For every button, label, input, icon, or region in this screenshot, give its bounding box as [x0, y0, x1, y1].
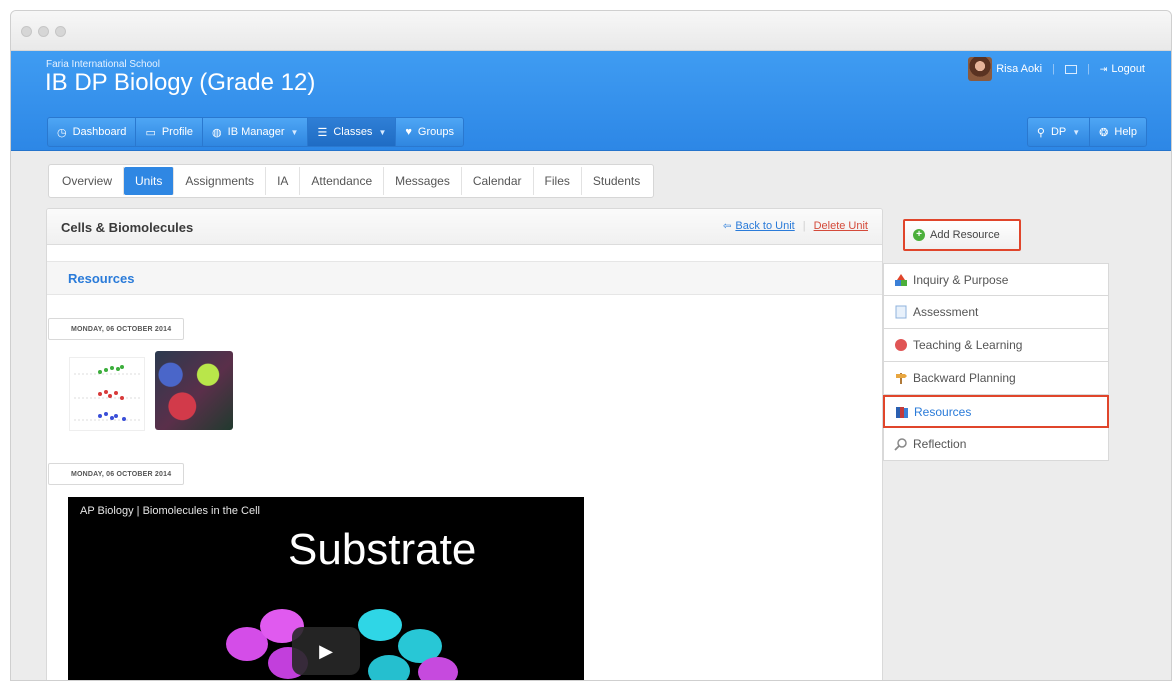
side-item-teaching-learning[interactable]: Teaching & Learning — [883, 329, 1109, 362]
molecule-blob — [358, 609, 402, 641]
globe-icon: ◍ — [212, 126, 222, 139]
window-zoom-dot[interactable] — [55, 26, 66, 37]
tab-overview[interactable]: Overview — [51, 167, 125, 195]
browser-window: Faria International School IB DP Biology… — [10, 10, 1172, 681]
chart-thumbnail[interactable] — [69, 357, 145, 431]
nav-label: Help — [1114, 126, 1137, 138]
tab-calendar[interactable]: Calendar — [462, 167, 534, 195]
tab-files[interactable]: Files — [534, 167, 582, 195]
help-button[interactable]: ❂ Help — [1090, 118, 1146, 146]
chevron-down-icon: ▼ — [378, 127, 387, 137]
back-to-unit-link[interactable]: Back to Unit — [735, 220, 794, 232]
lifebuoy-icon: ❂ — [1099, 126, 1109, 139]
side-item-label: Reflection — [913, 437, 967, 451]
nav-label: Classes — [333, 126, 373, 138]
window-minimize-dot[interactable] — [38, 26, 49, 37]
window-close-dot[interactable] — [21, 26, 32, 37]
plus-circle-icon: + — [913, 229, 925, 241]
books-icon — [896, 406, 908, 418]
play-button[interactable]: ▶ — [292, 627, 360, 675]
nav-ib-manager[interactable]: ◍ IB Manager ▼ — [203, 118, 309, 146]
document-icon — [895, 305, 907, 319]
side-item-label: Assessment — [913, 305, 979, 319]
groups-icon: ♥ — [405, 126, 412, 138]
date-label: MONDAY, 06 OCTOBER 2014 — [48, 318, 185, 340]
side-item-label: Resources — [914, 404, 972, 419]
nav-profile[interactable]: ▭ Profile — [136, 118, 204, 146]
divider: | — [802, 220, 806, 232]
resources-section-bar: Resources — [47, 261, 882, 295]
video-caption: AP Biology | Biomolecules in the Cell — [80, 505, 260, 517]
nav-label: Groups — [417, 126, 454, 138]
video-title-text: Substrate — [288, 525, 477, 574]
side-item-inquiry-purpose[interactable]: Inquiry & Purpose — [883, 263, 1109, 296]
tab-ia[interactable]: IA — [266, 167, 301, 195]
side-item-resources[interactable]: Resources — [883, 395, 1109, 428]
side-item-assessment[interactable]: Assessment — [883, 296, 1109, 329]
unit-panel: Cells & Biomolecules ⇦ Back to Unit | De… — [46, 208, 883, 680]
nav-dashboard[interactable]: ◷ Dashboard — [48, 118, 137, 146]
user-name[interactable]: Risa Aoki — [996, 63, 1042, 75]
unit-side-menu: Inquiry & Purpose Assessment Teaching & … — [883, 263, 1109, 461]
user-area: Risa Aoki | | ⇥ Logout — [968, 57, 1145, 81]
page-title: IB DP Biology (Grade 12) — [45, 69, 316, 96]
classes-icon: ☰ — [317, 126, 328, 139]
side-item-reflection[interactable]: Reflection — [883, 428, 1109, 461]
add-resource-button[interactable]: + Add Resource — [903, 219, 1021, 251]
chart-thumbnail-graphic — [74, 365, 142, 421]
chevron-down-icon: ▼ — [1072, 127, 1081, 137]
logout-link[interactable]: Logout — [1111, 63, 1145, 75]
dashboard-icon: ◷ — [57, 126, 67, 139]
program-search-dropdown[interactable]: ⚲ DP ▼ — [1028, 118, 1091, 146]
unit-header: Cells & Biomolecules ⇦ Back to Unit | De… — [47, 209, 882, 245]
class-tabs: Overview Units Assignments IA Attendance… — [48, 164, 655, 198]
chevron-down-icon: ▼ — [290, 127, 299, 137]
unit-links: ⇦ Back to Unit | Delete Unit — [723, 220, 868, 232]
nav-label: DP — [1050, 126, 1067, 138]
avatar[interactable] — [968, 57, 993, 81]
molecule-blob — [368, 655, 410, 680]
tab-attendance[interactable]: Attendance — [300, 167, 385, 195]
add-resource-label: Add Resource — [930, 229, 1000, 241]
unit-title: Cells & Biomolecules — [61, 220, 194, 235]
divider: | — [1086, 63, 1090, 75]
tab-students[interactable]: Students — [582, 167, 651, 195]
play-icon: ▶ — [319, 640, 333, 661]
search-icon: ⚲ — [1036, 126, 1045, 139]
side-item-label: Inquiry & Purpose — [913, 272, 1009, 287]
cell-image-thumbnail[interactable] — [155, 351, 233, 430]
nav-label: Profile — [161, 126, 194, 138]
app-header: Faria International School IB DP Biology… — [11, 51, 1171, 151]
section-title: Resources — [68, 271, 135, 286]
side-item-label: Backward Planning — [913, 371, 1016, 385]
side-item-backward-planning[interactable]: Backward Planning — [883, 362, 1109, 395]
side-item-label: Teaching & Learning — [913, 338, 1023, 352]
delete-unit-link[interactable]: Delete Unit — [814, 220, 868, 232]
main-nav: ◷ Dashboard ▭ Profile ◍ IB Manager ▼ ☰ C… — [47, 117, 464, 147]
nav-groups[interactable]: ♥ Groups — [396, 118, 463, 146]
signpost-icon — [896, 373, 907, 384]
back-arrow-icon: ⇦ — [723, 220, 732, 232]
divider: | — [1052, 63, 1055, 75]
red-dot-icon — [895, 339, 907, 351]
logout-icon: ⇥ — [1099, 63, 1108, 74]
video-player[interactable]: AP Biology | Biomolecules in the Cell Su… — [68, 497, 584, 680]
profile-card-icon: ▭ — [145, 126, 156, 139]
molecule-blob — [418, 657, 458, 680]
tab-messages[interactable]: Messages — [384, 167, 462, 195]
mail-icon[interactable] — [1064, 64, 1077, 74]
tab-assignments[interactable]: Assignments — [174, 167, 267, 195]
nav-label: Dashboard — [72, 126, 127, 138]
nav-label: IB Manager — [227, 126, 285, 138]
magnifier-icon — [894, 438, 907, 451]
nav-classes[interactable]: ☰ Classes ▼ — [308, 118, 397, 146]
blocks-icon — [895, 273, 907, 286]
window-titlebar — [11, 11, 1171, 51]
right-nav: ⚲ DP ▼ ❂ Help — [1026, 117, 1147, 147]
tab-units[interactable]: Units — [124, 167, 175, 195]
date-label: MONDAY, 06 OCTOBER 2014 — [48, 463, 185, 485]
